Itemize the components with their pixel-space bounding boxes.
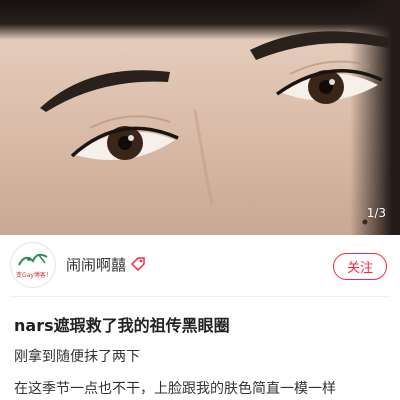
face-illustration (40, 31, 390, 225)
page-indicator: 1/3 (366, 206, 386, 220)
avatar[interactable]: 变Gay博客！ (10, 242, 56, 288)
author-row: 变Gay博客！ 闹闹啊囍 关注 (0, 240, 400, 290)
post-line: 刚拿到随便抹了两下 (14, 349, 140, 365)
post-photo[interactable]: 1/3 (0, 0, 400, 235)
follow-button[interactable]: 关注 (333, 253, 387, 280)
avatar-text: 变Gay博客！ (16, 272, 52, 279)
post-line: 在这季节一点也不干，上脸跟我的肤色简直一模一样 (14, 381, 336, 397)
author-name[interactable]: 闹闹啊囍 (66, 254, 126, 275)
post-title: nars遮瑕救了我的祖传黑眼圈 (14, 316, 230, 335)
divider (10, 296, 390, 297)
avatar-logo-icon (18, 253, 48, 266)
tag-icon (130, 257, 145, 272)
